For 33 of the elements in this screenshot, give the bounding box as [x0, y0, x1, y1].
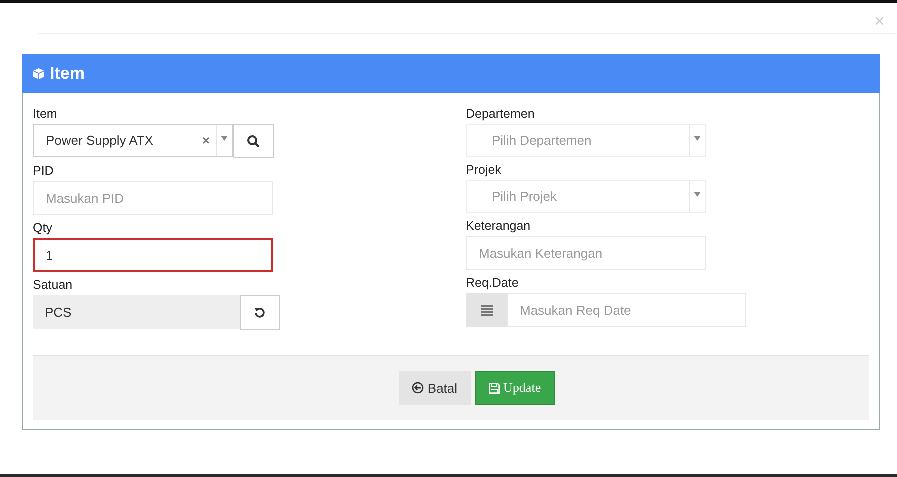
refresh-icon: [254, 306, 266, 318]
clear-button[interactable]: ×: [196, 133, 216, 148]
field-label: Departemen: [466, 107, 536, 122]
field-label: Req.Date: [466, 276, 520, 291]
field-label: Qty: [33, 221, 54, 236]
floppy-icon: [488, 382, 500, 394]
refresh-button[interactable]: [240, 295, 280, 330]
input-field[interactable]: 1: [33, 238, 273, 272]
date-field[interactable]: Masukan Req Date: [507, 293, 746, 327]
panel-title: Item: [50, 64, 85, 84]
field-label: Projek: [466, 163, 502, 178]
calendar-addon[interactable]: [466, 293, 507, 327]
field-label: PID: [33, 164, 55, 179]
unit-field: PCS: [33, 295, 240, 329]
search-icon: [247, 134, 260, 148]
input-field[interactable]: Masukan PID: [33, 181, 273, 215]
caret-icon: [221, 136, 228, 141]
back-arrow-icon: [412, 382, 424, 394]
select-field[interactable]: Pilih Departemen: [466, 124, 706, 157]
select-field[interactable]: Pilih Projek: [466, 180, 706, 213]
cancel-button[interactable]: Batal: [398, 371, 471, 405]
select-field[interactable]: Power Supply ATX ×: [33, 124, 233, 157]
field-label: Satuan: [33, 278, 74, 293]
caret-icon: [694, 192, 701, 197]
update-button[interactable]: Update: [474, 371, 556, 405]
close-button[interactable]: ×: [874, 11, 897, 31]
search-button[interactable]: [233, 124, 274, 158]
calendar-icon: [480, 304, 492, 316]
field-label: Item: [33, 107, 58, 122]
input-field[interactable]: Masukan Keterangan: [466, 236, 706, 270]
field-label: Keterangan: [466, 219, 532, 234]
cube-icon: [33, 68, 45, 80]
caret-icon: [694, 136, 701, 141]
